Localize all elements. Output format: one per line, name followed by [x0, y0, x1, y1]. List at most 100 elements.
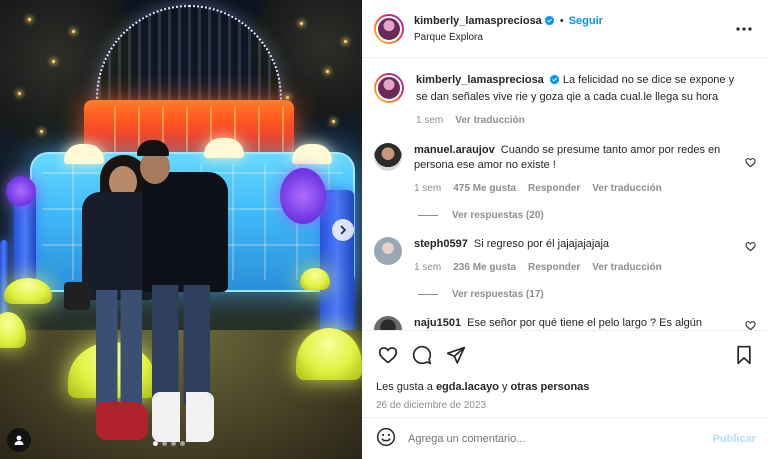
fairy-light [18, 92, 21, 95]
carousel-next-button[interactable] [332, 219, 354, 241]
author-username[interactable]: kimberly_lamaspreciosa [414, 15, 542, 27]
comment-likes[interactable]: 475 Me gusta [453, 181, 516, 196]
comment-username[interactable]: manuel.araujov [414, 144, 495, 156]
lantern-leg-pipe [320, 190, 354, 336]
comment-translate-link[interactable]: Ver traducción [592, 181, 661, 196]
comment-translate-link[interactable]: Ver traducción [592, 260, 661, 275]
likes-user[interactable]: egda.lacayo [436, 381, 499, 393]
view-replies-label: Ver respuestas (17) [452, 289, 544, 300]
carousel-dots [153, 441, 185, 446]
fairy-light [326, 70, 329, 73]
comment-input[interactable] [408, 432, 713, 445]
caption: kimberly_lamaspreciosa La felicidad no s… [374, 73, 756, 128]
caption-avatar[interactable] [374, 73, 404, 103]
carousel-dot [171, 441, 176, 446]
add-comment-bar: Publicar [362, 417, 768, 459]
caption-translate-link[interactable]: Ver traducción [455, 113, 524, 128]
man-shoes [152, 392, 214, 442]
likes-middle: y [498, 381, 511, 393]
fairy-light [72, 30, 75, 33]
heart-icon [745, 321, 756, 330]
comment-item: naju1501 Ese señor por qué tiene el pelo… [374, 316, 756, 330]
lantern-foot [300, 268, 330, 290]
comment-likes[interactable]: 236 Me gusta [453, 260, 516, 275]
fairy-light [300, 22, 303, 25]
share-button[interactable] [444, 343, 468, 367]
comment-username[interactable]: steph0597 [414, 238, 468, 250]
likes-prefix: Les gusta a [376, 381, 436, 393]
author-avatar[interactable] [374, 13, 404, 44]
verified-badge-icon [544, 14, 555, 29]
lantern-joint [280, 168, 326, 224]
comment-body: naju1501 Ese señor por qué tiene el pelo… [414, 316, 756, 330]
caption-username[interactable]: kimberly_lamaspreciosa [416, 74, 544, 86]
carousel-dot [153, 441, 158, 446]
comment-item: steph0597 Si regreso por él jajajajajaja… [374, 237, 756, 275]
user-tag-icon [14, 435, 24, 445]
fairy-light [28, 18, 31, 21]
lantern-bulb [292, 144, 332, 164]
comment-text: Si regreso por él jajajajajaja [473, 238, 610, 250]
comment-item: manuel.araujov Cuando se presume tanto a… [374, 143, 756, 196]
likes-summary: Les gusta a egda.lacayo y otras personas [376, 381, 756, 393]
post-header: kimberly_lamaspreciosa • Seguir Parque Exp… [362, 0, 768, 58]
comment-username[interactable]: naju1501 [414, 317, 461, 329]
lantern-bulb [204, 138, 244, 158]
bookmark-icon [737, 345, 751, 365]
save-button[interactable] [732, 343, 756, 367]
lantern-bulb [64, 144, 104, 164]
view-replies-button[interactable]: Ver respuestas (20) [418, 210, 756, 221]
post-date[interactable]: 26 de diciembre de 2023 [376, 400, 756, 411]
header-text: kimberly_lamaspreciosa • Seguir Parque Exp… [414, 15, 732, 43]
chevron-right-icon [340, 225, 347, 235]
caption-time: 1 sem [416, 115, 444, 126]
heart-icon [745, 158, 756, 168]
caption-meta: 1 sem Ver traducción [416, 113, 736, 128]
caption-body: kimberly_lamaspreciosa La felicidad no s… [416, 73, 756, 128]
publish-button[interactable]: Publicar [713, 433, 756, 445]
comment-bubble-icon [412, 345, 432, 365]
likes-others[interactable]: otras personas [511, 381, 590, 393]
header-separator: • [559, 14, 564, 27]
commenter-avatar[interactable] [374, 316, 402, 330]
heart-icon [378, 347, 398, 364]
post-actions: Les gusta a egda.lacayo y otras personas… [362, 330, 768, 416]
like-button[interactable] [376, 343, 400, 367]
lantern-orange-band [84, 100, 294, 158]
lantern-foot [0, 312, 26, 348]
more-options-button[interactable] [732, 17, 756, 41]
view-replies-button[interactable]: Ver respuestas (17) [418, 289, 756, 300]
comments-list[interactable]: kimberly_lamaspreciosa La felicidad no s… [362, 59, 768, 330]
carousel-dot [180, 441, 185, 446]
comment-like-button[interactable] [745, 320, 756, 330]
lantern-leg-pipe [0, 240, 8, 320]
verified-badge-icon [549, 74, 560, 90]
handbag [64, 282, 90, 310]
comment-text: Ese señor por qué tiene el pelo largo ? … [467, 317, 702, 329]
tagged-users-button[interactable] [7, 428, 31, 452]
post-location[interactable]: Parque Explora [414, 32, 732, 43]
comment-like-button[interactable] [745, 241, 756, 255]
fairy-light [52, 60, 55, 63]
comment-reply-link[interactable]: Responder [528, 260, 580, 275]
view-replies-label: Ver respuestas (20) [452, 210, 544, 221]
comment-like-button[interactable] [745, 157, 756, 171]
follow-button[interactable]: Seguir [569, 15, 603, 27]
commenter-avatar[interactable] [374, 143, 402, 171]
replies-line [418, 215, 438, 216]
fairy-light [344, 40, 347, 43]
comment-meta: 1 sem 236 Me gusta Responder Ver traducc… [414, 260, 736, 275]
post-panel: kimberly_lamaspreciosa • Seguir Parque Exp… [362, 0, 768, 459]
action-row [376, 343, 756, 367]
comment-reply-link[interactable]: Responder [528, 181, 580, 196]
replies-line [418, 294, 438, 295]
man-jacket [142, 172, 228, 292]
comment-button[interactable] [410, 343, 434, 367]
emoji-button[interactable] [376, 427, 396, 450]
post-photo[interactable] [0, 0, 362, 459]
fairy-light [286, 96, 289, 99]
comment-time: 1 sem [414, 262, 442, 273]
commenter-avatar[interactable] [374, 237, 402, 265]
carousel-dot [162, 441, 167, 446]
fairy-light [40, 130, 43, 133]
